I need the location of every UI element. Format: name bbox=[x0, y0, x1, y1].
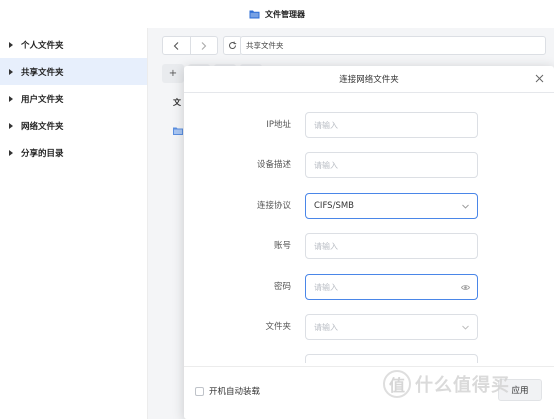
folder-label: 文件夹 bbox=[265, 322, 291, 332]
connect-network-folder-dialog: 连接网络文件夹 IP地址 请输入 设备描述 请输入 连接协议 CIFS/SMB … bbox=[184, 66, 554, 419]
path-bar[interactable]: 共享文件夹 bbox=[240, 36, 546, 55]
form-row-partial bbox=[184, 354, 554, 363]
path-text: 共享文件夹 bbox=[246, 41, 284, 50]
sidebar-item-label: 分享的目录 bbox=[21, 148, 64, 159]
nav-buttons bbox=[162, 36, 218, 55]
form-row-password: 密码 请输入 bbox=[184, 274, 554, 300]
sidebar-item-label: 网络文件夹 bbox=[21, 121, 64, 132]
form-row-folder: 文件夹 请输入 bbox=[184, 314, 554, 340]
password-input[interactable]: 请输入 bbox=[305, 274, 478, 300]
caret-right-icon bbox=[9, 95, 13, 102]
caret-right-icon bbox=[9, 41, 13, 48]
watermark-text: 什么值得买 bbox=[415, 375, 510, 396]
dialog-title: 连接网络文件夹 bbox=[339, 75, 399, 85]
password-placeholder: 请输入 bbox=[314, 282, 338, 292]
ip-label: IP地址 bbox=[266, 120, 291, 130]
caret-right-icon bbox=[9, 68, 13, 75]
folder-select[interactable]: 请输入 bbox=[305, 314, 478, 340]
sidebar-item-label: 共享文件夹 bbox=[21, 67, 64, 78]
back-button[interactable] bbox=[163, 37, 190, 54]
sidebar-item-network-folder[interactable]: 网络文件夹 bbox=[0, 112, 147, 139]
description-label: 设备描述 bbox=[256, 160, 291, 170]
chevron-down-icon bbox=[462, 325, 469, 330]
caret-right-icon bbox=[9, 149, 13, 156]
auto-mount-checkbox[interactable] bbox=[195, 386, 204, 396]
sidebar-item-label: 用户文件夹 bbox=[21, 94, 64, 105]
protocol-value: CIFS/SMB bbox=[314, 201, 355, 211]
auto-mount-toggle[interactable]: 开机自动装载 bbox=[195, 385, 260, 397]
chevron-down-icon bbox=[462, 204, 469, 209]
close-icon[interactable] bbox=[535, 74, 544, 83]
file-list-header[interactable]: 文 bbox=[173, 97, 181, 108]
forward-button[interactable] bbox=[189, 37, 218, 54]
password-label: 密码 bbox=[273, 282, 291, 292]
refresh-icon bbox=[229, 41, 237, 49]
sidebar-item-user-folder[interactable]: 用户文件夹 bbox=[0, 85, 147, 112]
description-placeholder: 请输入 bbox=[314, 160, 338, 170]
protocol-select[interactable]: CIFS/SMB bbox=[305, 193, 478, 219]
watermark: 值 什么值得买 bbox=[383, 370, 510, 398]
sidebar: 个人文件夹 共享文件夹 用户文件夹 网络文件夹 分享的目录 bbox=[0, 28, 148, 419]
device-description-input[interactable]: 请输入 bbox=[305, 152, 478, 178]
sidebar-item-label: 个人文件夹 bbox=[21, 40, 64, 51]
form-row-description: 设备描述 请输入 bbox=[184, 152, 554, 178]
account-placeholder: 请输入 bbox=[314, 241, 338, 251]
form-row-protocol: 连接协议 CIFS/SMB bbox=[184, 193, 554, 219]
title-bar: 文件管理器 bbox=[0, 0, 554, 28]
account-label: 账号 bbox=[273, 241, 291, 251]
dialog-form: IP地址 请输入 设备描述 请输入 连接协议 CIFS/SMB 账号 请输入 密… bbox=[184, 93, 554, 363]
new-button[interactable]: + bbox=[162, 64, 184, 83]
window-title: 文件管理器 bbox=[265, 9, 305, 19]
ip-address-input[interactable]: 请输入 bbox=[305, 112, 478, 138]
sidebar-item-shared-directory[interactable]: 分享的目录 bbox=[0, 139, 147, 166]
caret-right-icon bbox=[9, 122, 13, 129]
protocol-label: 连接协议 bbox=[256, 201, 291, 211]
sidebar-item-personal-folder[interactable]: 个人文件夹 bbox=[0, 31, 147, 58]
watermark-logo: 值 bbox=[383, 370, 411, 398]
chevron-left-icon bbox=[173, 41, 179, 50]
account-input[interactable]: 请输入 bbox=[305, 233, 478, 259]
dialog-header: 连接网络文件夹 bbox=[184, 66, 554, 93]
folder-placeholder: 请输入 bbox=[314, 322, 338, 332]
eye-icon[interactable] bbox=[461, 283, 470, 292]
partial-input[interactable] bbox=[305, 354, 478, 363]
form-row-account: 账号 请输入 bbox=[184, 233, 554, 259]
folder-icon[interactable] bbox=[173, 127, 183, 135]
form-row-ip: IP地址 请输入 bbox=[184, 112, 554, 138]
auto-mount-label: 开机自动装载 bbox=[209, 387, 261, 397]
folder-icon bbox=[249, 9, 260, 19]
sidebar-item-shared-folder[interactable]: 共享文件夹 bbox=[0, 58, 147, 85]
chevron-right-icon bbox=[201, 41, 207, 50]
ip-placeholder: 请输入 bbox=[314, 120, 338, 130]
